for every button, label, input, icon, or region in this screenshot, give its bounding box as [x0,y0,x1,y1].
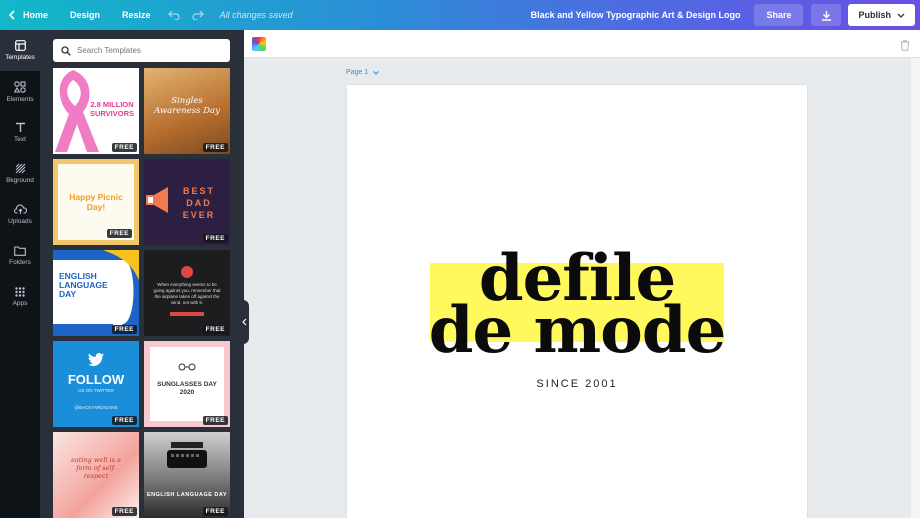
template-picnic[interactable]: Happy Picnic Day! FREE [53,159,139,245]
canvas-scrollbar[interactable] [911,58,920,518]
template-text: eating well is a form of self-respect [71,456,121,480]
home-button[interactable]: Home [0,0,59,30]
templates-icon [14,40,26,51]
text-icon [15,122,25,132]
typewriter-icon [167,442,207,468]
template-english-day[interactable]: ENGLISH LANGUAGE DAY FREE [53,250,139,336]
since-text[interactable]: SINCE 2001 [347,378,807,390]
editor-toolbar [244,30,920,58]
document-title[interactable]: Black and Yellow Typographic Art & Desig… [531,10,755,20]
template-airplane-quote[interactable]: When everything seems to be going agains… [144,250,230,336]
background-icon [15,163,25,174]
color-picker-swatch[interactable] [252,37,266,51]
template-survivors[interactable]: 2.8 MILLION SURVIVORS FREE [53,68,139,154]
chevron-down-icon [373,70,380,75]
rail-label: Apps [12,299,28,307]
download-button[interactable] [811,4,842,26]
template-text: BEST DAD EVER [182,186,216,220]
template-handle: @BACKYARDIGANS [74,405,118,410]
template-follow-twitter[interactable]: FOLLOW US ON TWITTER @BACKYARDIGANS FREE [53,341,139,427]
canva-editor: Home Design Resize All changes saved Bla… [0,0,920,518]
home-label: Home [23,10,49,20]
publish-label: Publish [858,10,891,20]
twitter-bird-icon [88,353,104,366]
design-page[interactable]: defile de mode SINCE 2001 [347,85,807,518]
chevron-left-icon [241,318,246,326]
rail-label: Text [14,136,26,143]
template-sunglasses-day[interactable]: SUNGLASSES DAY 2020 FREE [144,341,230,427]
free-badge: FREE [202,325,228,334]
megaphone-icon [146,187,168,213]
undo-icon [167,10,180,20]
top-bar: Home Design Resize All changes saved Bla… [0,0,920,30]
rail-item-elements[interactable]: Elements [0,71,40,112]
free-badge: FREE [106,229,132,238]
rail-item-text[interactable]: Text [0,112,40,153]
template-eating-well[interactable]: eating well is a form of self-respect FR… [53,432,139,518]
templates-panel: 2.8 MILLION SURVIVORS FREE Singles Aware… [40,30,244,518]
design-menu[interactable]: Design [59,0,111,30]
template-text: FOLLOW [67,372,125,387]
rail-item-background[interactable]: Bkground [0,153,40,194]
search-box[interactable] [53,39,230,62]
free-badge: FREE [202,143,228,152]
search-icon [61,45,71,56]
template-text: When everything seems to be going agains… [153,282,221,305]
free-badge: FREE [111,325,137,334]
free-badge: FREE [111,416,137,425]
chevron-left-icon [8,10,15,20]
redo-icon [192,10,204,20]
template-best-dad[interactable]: BEST DAD EVER FREE [144,159,230,245]
page-label: Page 1 [346,69,369,76]
download-icon [821,10,831,21]
share-button[interactable]: Share [754,4,804,26]
rail-item-folders[interactable]: Folders [0,235,40,276]
rail-label: Folders [9,258,31,266]
template-subtext: US ON TWITTER [78,388,114,393]
collapse-panel-handle[interactable] [239,300,249,344]
template-text: ENGLISH LANGUAGE DAY [59,271,108,299]
rail-label: Templates [5,54,35,61]
template-singles-day[interactable]: Singles Awareness Day FREE [144,68,230,154]
apps-icon [15,286,25,297]
search-input[interactable] [77,46,227,55]
template-text: ENGLISH LANGUAGE DAY [146,492,228,498]
uploads-icon [13,204,27,214]
free-badge: FREE [202,234,228,243]
trash-icon [900,40,910,51]
sunglasses-icon [178,363,196,371]
template-text: SUNGLASSES DAY 2020 [157,381,217,396]
page-selector[interactable]: Page 1 [346,69,380,76]
template-text: 2.8 MILLION SURVIVORS [89,100,135,118]
redo-button[interactable] [186,0,210,30]
rail-item-apps[interactable]: Apps [0,276,40,317]
template-english-day-typewriter[interactable]: ENGLISH LANGUAGE DAY FREE [144,432,230,518]
free-badge: FREE [202,507,228,516]
undo-button[interactable] [162,0,186,30]
quote-icon [181,266,193,278]
free-badge: FREE [202,416,228,425]
headline-line-2[interactable]: de mode [347,292,807,370]
decor-bar [170,312,204,316]
publish-button[interactable]: Publish [848,4,915,26]
free-badge: FREE [111,507,137,516]
rail-item-uploads[interactable]: Uploads [0,194,40,235]
side-rail: Templates Elements Text Bkground Uploads… [0,30,40,518]
rail-label: Elements [6,95,34,103]
free-badge: FREE [111,143,137,152]
folders-icon [14,245,26,256]
elements-icon [14,80,26,93]
rail-label: Uploads [8,218,32,225]
chevron-down-icon [897,13,905,18]
save-status: All changes saved [219,10,293,20]
rail-label: Bkground [6,177,34,184]
template-text: Happy Picnic Day! [69,192,123,212]
template-text: Singles Awareness Day [154,96,220,116]
delete-button[interactable] [900,38,910,56]
rail-item-templates[interactable]: Templates [0,30,40,71]
resize-menu[interactable]: Resize [111,0,162,30]
